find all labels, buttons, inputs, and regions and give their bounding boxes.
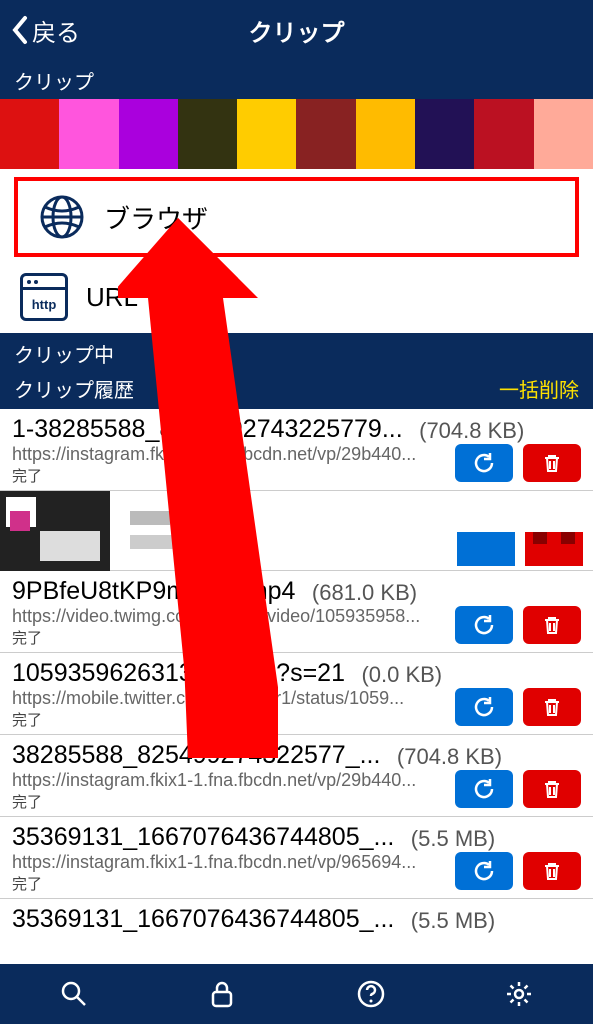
item-title: 1059359626313916416?s=21	[12, 659, 345, 688]
option-url[interactable]: http URL	[0, 261, 593, 333]
reload-icon	[472, 859, 496, 883]
section-clip-header: クリップ	[0, 60, 593, 99]
http-icon: http	[20, 273, 68, 321]
tabbar	[0, 964, 593, 1024]
item-size: (704.8 KB)	[397, 744, 502, 769]
reload-icon	[472, 613, 496, 637]
item-size: (5.5 MB)	[411, 908, 495, 933]
item-title: 35369131_1667076436744805_...	[12, 905, 394, 934]
item-title: 38285588_825499274322577_...	[12, 741, 380, 770]
option-browser[interactable]: ブラウザ	[14, 177, 579, 257]
page-title: クリップ	[249, 13, 345, 48]
delete-button[interactable]	[523, 688, 581, 726]
section-clipping-header: クリップ中	[0, 333, 593, 370]
item-url: https://instagram.fkix1-1.fna.fbcdn.net/…	[12, 852, 462, 873]
trash-icon	[541, 696, 563, 718]
list-item[interactable]: 1-38285588_8254992743225779... (704.8 KB…	[0, 409, 593, 491]
reload-button[interactable]	[455, 852, 513, 890]
item-size: (704.8 KB)	[419, 418, 524, 443]
reload-icon	[472, 777, 496, 801]
item-thumbnail	[0, 491, 110, 571]
tab-search[interactable]	[0, 964, 148, 1024]
item-size: (0.0 KB)	[361, 662, 442, 687]
list-item[interactable]: 9PBfeU8tKP9mDT8l.mp4 (681.0 KB) https://…	[0, 571, 593, 653]
help-icon	[356, 979, 386, 1009]
reload-button[interactable]	[455, 688, 513, 726]
list-item[interactable]: 35369131_1667076436744805_... (5.5 MB)	[0, 899, 593, 938]
delete-button[interactable]	[523, 852, 581, 890]
reload-button[interactable]	[455, 606, 513, 644]
reload-icon	[472, 451, 496, 475]
reload-button[interactable]	[455, 770, 513, 808]
delete-button[interactable]	[523, 444, 581, 482]
back-label: 戻る	[32, 13, 80, 48]
list-item[interactable]	[0, 491, 593, 571]
trash-icon	[541, 452, 563, 474]
lock-icon	[208, 979, 236, 1009]
chevron-left-icon	[10, 15, 28, 45]
delete-button[interactable]	[523, 606, 581, 644]
search-icon	[59, 979, 89, 1009]
item-title: 9PBfeU8tKP9mDT8l.mp4	[12, 577, 295, 606]
tab-settings[interactable]	[445, 964, 593, 1024]
back-button[interactable]: 戻る	[0, 13, 80, 48]
tab-lock[interactable]	[148, 964, 296, 1024]
reload-icon	[472, 695, 496, 719]
gear-icon	[504, 979, 534, 1009]
reload-button[interactable]	[455, 444, 513, 482]
item-title: 35369131_1667076436744805_...	[12, 823, 394, 852]
list-item[interactable]: 38285588_825499274322577_... (704.8 KB) …	[0, 735, 593, 817]
list-item[interactable]: 1059359626313916416?s=21 (0.0 KB) https:…	[0, 653, 593, 735]
trash-icon	[541, 778, 563, 800]
item-url: https://instagram.fkix1-1.fna.fbcdn.net/…	[12, 444, 462, 465]
item-size: (5.5 MB)	[411, 826, 495, 851]
trash-icon	[541, 860, 563, 882]
item-title: 1-38285588_8254992743225779...	[12, 415, 403, 444]
item-size: (681.0 KB)	[312, 580, 417, 605]
trash-icon	[541, 614, 563, 636]
ad-banner[interactable]	[0, 99, 593, 169]
option-browser-label: ブラウザ	[104, 199, 208, 236]
item-url: https://video.twimg.com/ext_tw_video/105…	[12, 606, 462, 627]
delete-button[interactable]	[523, 770, 581, 808]
tab-help[interactable]	[297, 964, 445, 1024]
item-url: https://instagram.fkix1-1.fna.fbcdn.net/…	[12, 770, 462, 791]
list-item[interactable]: 35369131_1667076436744805_... (5.5 MB) h…	[0, 817, 593, 899]
delete-button[interactable]	[525, 532, 583, 566]
item-url: https://mobile.twitter.com/r04nkmr1/stat…	[12, 688, 462, 709]
history-label: クリップ履歴	[14, 374, 134, 403]
option-url-label: URL	[86, 282, 138, 313]
globe-icon	[38, 193, 86, 241]
delete-all-button[interactable]: 一括削除	[499, 374, 579, 403]
reload-button[interactable]	[457, 532, 515, 566]
navbar: 戻る クリップ	[0, 0, 593, 60]
history-header: クリップ履歴 一括削除	[0, 370, 593, 409]
